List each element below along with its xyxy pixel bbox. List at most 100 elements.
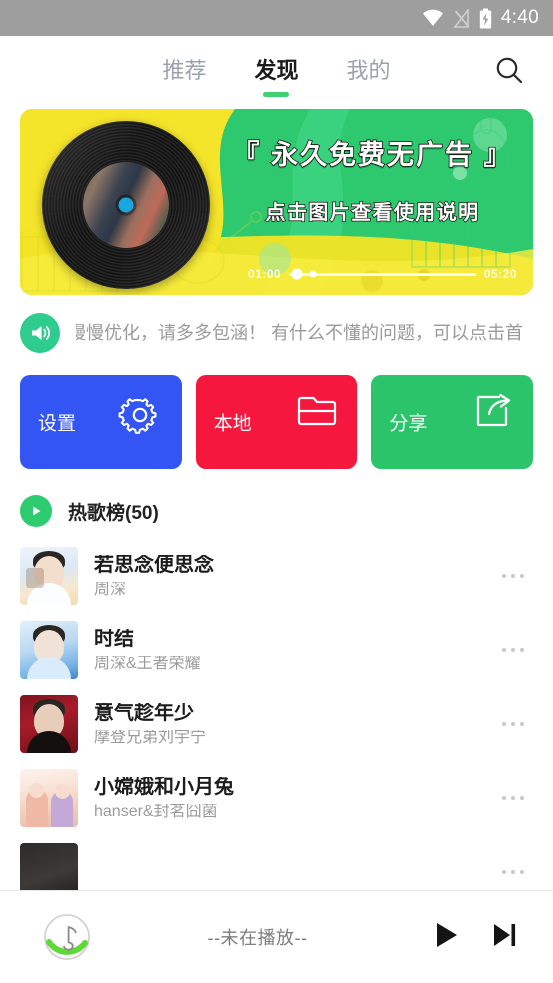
dot-icon [502,870,506,874]
dot-icon [502,648,506,652]
banner-subtitle: 点击图片查看使用说明 [265,201,480,225]
player-play-button[interactable] [423,914,469,960]
banner-progress-bar[interactable]: 01:00 05:20 [248,267,517,281]
tab-discover-label: 发现 [254,58,299,83]
status-bar-clock: 4:40 [500,7,539,28]
dot-icon [502,722,506,726]
tab-mine-label: 我的 [346,58,391,83]
play-icon[interactable] [20,495,52,527]
dot-icon [520,870,524,874]
share-card[interactable]: 分享 [371,375,534,469]
speaker-icon [20,313,60,353]
battery-charging-icon [479,8,492,29]
banner-progress-knob[interactable] [291,268,303,280]
rank-header[interactable]: 热歌榜(50) [20,495,533,527]
vinyl-sheen [42,121,210,289]
cover-art-shape [27,657,71,679]
song-artist: hanser&封茗囧菌 [94,803,218,820]
local-card[interactable]: 本地 [195,375,358,469]
play-icon [431,920,461,955]
vinyl-record-icon [42,121,210,289]
album-cover [20,769,78,827]
promo-banner-container: 『 永久免费无广告 』 点击图片查看使用说明 01:00 05:20 [0,109,553,295]
player-status-text: --未在播放-- [207,928,308,948]
tab-list: 推荐 发现 我的 [0,36,553,108]
next-track-icon [489,920,519,955]
song-more-button[interactable] [493,870,533,874]
dot-icon [511,796,515,800]
announcement-marquee-track: 慢慢优化，请多多包涵！ 有什么不懂的问题，可以点击首 [76,319,533,347]
song-meta: 时结 周深&王者荣耀 [94,629,477,672]
settings-card-label: 设置 [38,413,77,435]
mini-player-bar: --未在播放-- [0,890,553,983]
banner-current-time: 01:00 [248,267,282,281]
cover-art-shape [27,731,71,753]
cover-art-shape [26,567,44,588]
song-artist: 摩登兄弟刘宇宁 [94,729,207,746]
dot-icon [520,722,524,726]
search-button[interactable] [487,50,531,94]
dot-icon [502,796,506,800]
album-cover [20,621,78,679]
dot-icon [511,574,515,578]
album-cover [20,695,78,753]
list-item[interactable]: 时结 周深&王者荣耀 [0,613,553,687]
list-item[interactable]: 若思念便思念 周深 [0,539,553,613]
signal-off-icon [453,8,470,28]
dot-icon [520,796,524,800]
share-card-label: 分享 [389,413,428,435]
song-meta [94,869,477,876]
song-more-button[interactable] [493,648,533,652]
banner-progress-track[interactable] [289,268,476,280]
song-meta: 小嫦娥和小月兔 hanser&封茗囧菌 [94,777,477,820]
cover-art-shape [55,784,70,799]
song-artist: 周深&王者荣耀 [94,655,201,672]
wifi-icon [422,9,444,27]
dot-icon [511,870,515,874]
search-icon [493,54,525,91]
song-title: 时结 [94,628,134,649]
album-cover [20,547,78,605]
tab-recommend-label: 推荐 [162,58,207,83]
player-next-button[interactable] [481,914,527,960]
song-artist: 周深 [94,581,127,598]
settings-card[interactable]: 设置 [20,375,182,469]
banner-title: 『 永久免费无广告 』 [232,139,513,171]
share-icon [475,393,513,434]
song-title: 若思念便思念 [94,554,214,575]
local-card-label: 本地 [213,413,252,435]
quick-action-cards: 设置 本地 分享 [20,375,534,469]
song-more-button[interactable] [493,722,533,726]
top-navigation-bar: 推荐 发现 我的 [0,36,553,108]
dot-icon [520,648,524,652]
folder-icon [297,393,337,432]
song-meta: 若思念便思念 周深 [94,555,477,598]
song-title: 意气趁年少 [94,702,194,723]
dot-icon [520,574,524,578]
song-list: 若思念便思念 周深 时结 周深&王者荣耀 意气趁年少 摩登兄弟刘宇宁 小嫦娥和小… [0,539,553,909]
song-more-button[interactable] [493,796,533,800]
list-item[interactable]: 小嫦娥和小月兔 hanser&封茗囧菌 [0,761,553,835]
music-note-logo[interactable] [42,912,92,962]
banner-total-time: 05:20 [483,267,517,281]
song-title: 小嫦娥和小月兔 [94,776,234,797]
tab-mine[interactable]: 我的 [347,36,391,108]
rank-title: 热歌榜(50) [68,502,159,524]
song-meta: 意气趁年少 摩登兄弟刘宇宁 [94,703,477,746]
promo-banner[interactable]: 『 永久免费无广告 』 点击图片查看使用说明 01:00 05:20 [20,109,533,295]
gear-icon [118,393,162,442]
banner-text-group: 『 永久免费无广告 』 点击图片查看使用说明 [226,133,519,225]
dot-icon [502,574,506,578]
dot-icon [511,722,515,726]
song-more-button[interactable] [493,574,533,578]
list-item[interactable]: 意气趁年少 摩登兄弟刘宇宁 [0,687,553,761]
cover-art-shape [29,783,44,798]
dot-icon [511,648,515,652]
banner-progress-marker [309,270,317,278]
announcement-bar[interactable]: 慢慢优化，请多多包涵！ 有什么不懂的问题，可以点击首 [20,313,533,353]
tab-discover[interactable]: 发现 [254,36,299,108]
announcement-text: 慢慢优化，请多多包涵！ 有什么不懂的问题，可以点击首 [76,323,523,343]
status-bar: 4:40 [0,0,553,36]
tab-recommend[interactable]: 推荐 [162,36,206,108]
tab-indicator-active [263,92,290,97]
